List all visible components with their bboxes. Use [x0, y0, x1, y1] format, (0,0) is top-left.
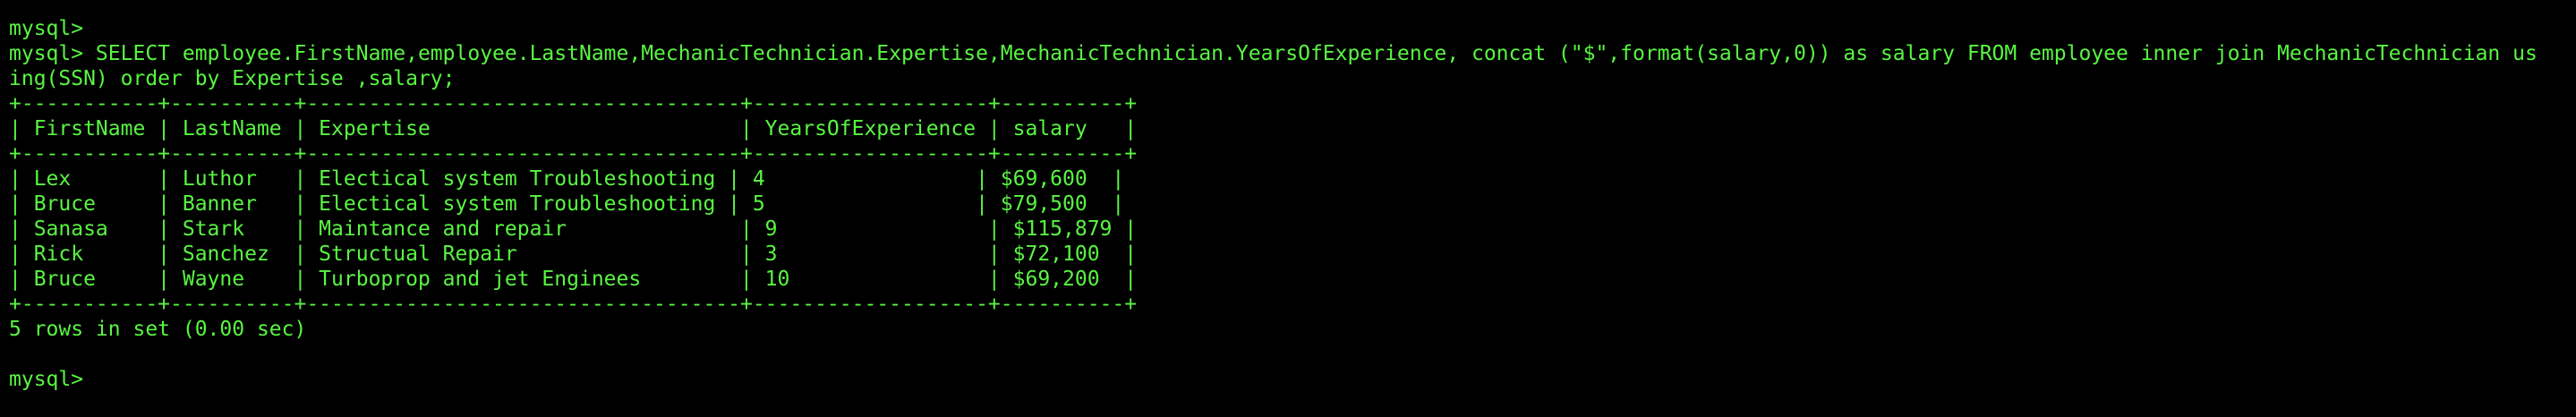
table-border-bottom: +-----------+----------+----------------…: [9, 293, 1138, 316]
table-row: | Sanasa | Stark | Maintance and repair …: [9, 217, 1138, 241]
table-row: | Lex | Luthor | Electical system Troubl…: [9, 167, 1125, 191]
active-prompt[interactable]: mysql>: [9, 367, 2576, 392]
terminal-window[interactable]: mysql> mysql> SELECT employee.FirstName,…: [0, 0, 2576, 417]
table-row: | Rick | Sanchez | Structual Repair | 3 …: [9, 243, 1138, 266]
table-border-top: +-----------+----------+----------------…: [9, 92, 1138, 115]
table-header-row: | FirstName | LastName | Expertise | Yea…: [9, 117, 1138, 140]
table-row: | Bruce | Wayne | Turboprop and jet Engi…: [9, 268, 1138, 291]
prompt-line: mysql>: [9, 17, 84, 40]
query-line-1: mysql> SELECT employee.FirstName,employe…: [9, 42, 2538, 65]
table-border-header: +-----------+----------+----------------…: [9, 142, 1138, 166]
query-line-2: ing(SSN) order by Expertise ,salary;: [9, 67, 456, 90]
table-row: | Bruce | Banner | Electical system Trou…: [9, 192, 1125, 216]
result-summary: 5 rows in set (0.00 sec): [9, 318, 307, 341]
